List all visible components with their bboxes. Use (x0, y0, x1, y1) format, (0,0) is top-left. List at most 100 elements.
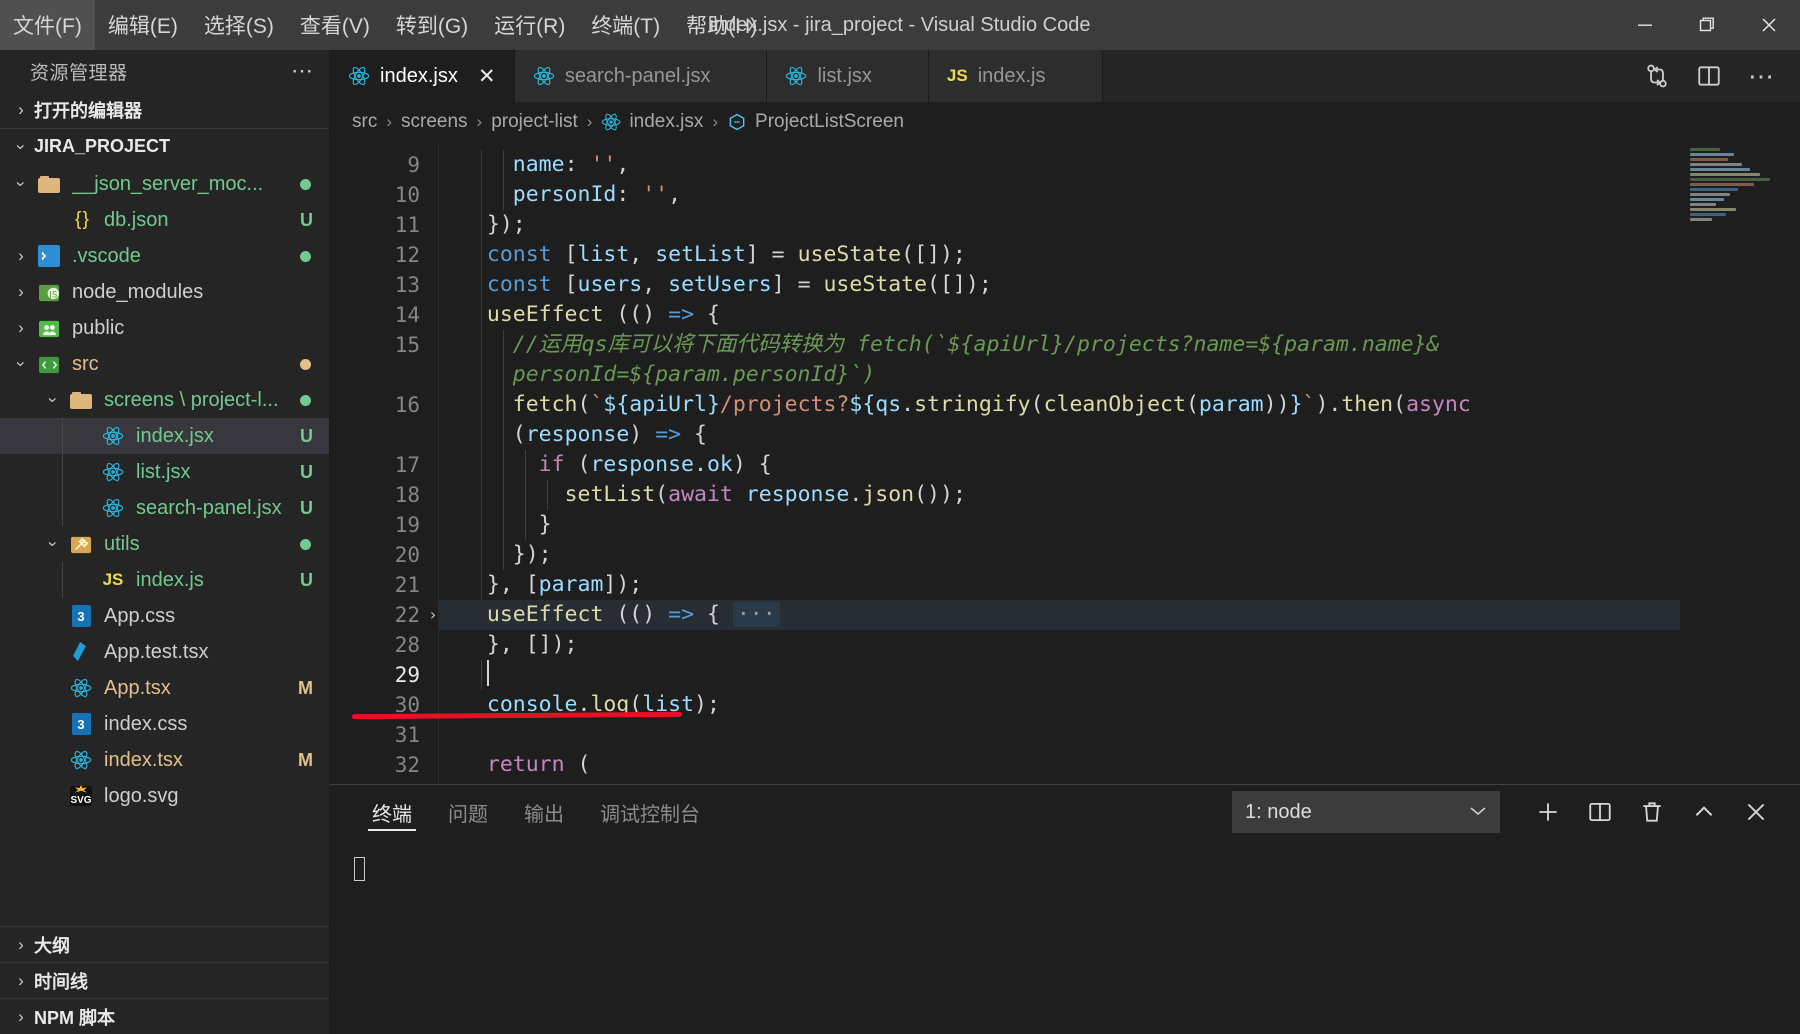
split-editor-icon[interactable] (1696, 63, 1722, 89)
close-tab-icon[interactable]: ✕ (476, 64, 498, 89)
file-tree[interactable]: › __json_server_moc... { } db.json U › .vscode… (0, 164, 329, 926)
menu-edit[interactable]: 编辑(E) (95, 0, 191, 50)
code-line-folded[interactable]: useEffect (() => { ··· (439, 600, 1800, 630)
tree-item[interactable]: › .vscode (0, 238, 329, 274)
breadcrumb-item-symbol[interactable]: ProjectListScreen (727, 111, 904, 133)
tree-item[interactable]: App.tsx M (0, 670, 329, 706)
breadcrumb-separator: › (386, 112, 392, 131)
editor-tab-index-js[interactable]: JSindex.js✕ (928, 50, 1103, 102)
tree-item-label: App.css (104, 604, 176, 627)
line-number[interactable]: 11 (330, 210, 438, 240)
tree-item[interactable]: › JS node_modules (0, 274, 329, 310)
tree-item[interactable]: search-panel.jsx U (0, 490, 329, 526)
chevron-down-icon[interactable]: › (43, 387, 63, 413)
tree-item[interactable]: index.jsx U (0, 418, 329, 454)
chevron-right-icon[interactable]: › (8, 318, 34, 338)
panel-tab-debug-console[interactable]: 调试控制台 (582, 785, 718, 839)
code-content[interactable]: name: '', personId: '', }); const [list,… (438, 142, 1800, 784)
tree-item[interactable]: SVG logo.svg (0, 778, 329, 814)
tree-item[interactable]: › public (0, 310, 329, 346)
line-number[interactable]: 10 (330, 180, 438, 210)
breadcrumb-item-index-jsx[interactable]: index.jsx (601, 111, 703, 133)
split-terminal-button[interactable] (1574, 789, 1626, 835)
explorer-more-icon[interactable]: ⋯ (291, 58, 315, 84)
close-panel-button[interactable] (1730, 789, 1782, 835)
line-number[interactable]: 20 (330, 540, 438, 570)
tree-item[interactable]: › screens \ project-l... (0, 382, 329, 418)
line-number[interactable]: 17 (330, 450, 438, 480)
more-actions-icon[interactable]: ⋯ (1748, 61, 1776, 92)
tree-item[interactable]: { } db.json U (0, 202, 329, 238)
line-number[interactable]: 14 (330, 300, 438, 330)
tree-item[interactable]: › utils (0, 526, 329, 562)
tree-item[interactable]: list.jsx U (0, 454, 329, 490)
tree-item-label: screens \ project-l... (104, 388, 279, 411)
panel-tab-problems[interactable]: 问题 (430, 785, 506, 839)
sidebar-section-timeline[interactable]: › 时间线 (0, 962, 329, 998)
line-number[interactable]: 16 (330, 390, 438, 450)
sidebar-section-npm-scripts[interactable]: › NPM 脚本 (0, 998, 329, 1034)
restore-button[interactable] (1676, 0, 1738, 50)
sidebar-section-outline[interactable]: › 大纲 (0, 926, 329, 962)
source-control-compare-icon[interactable] (1644, 63, 1670, 89)
line-number[interactable]: 9 (330, 150, 438, 180)
line-number[interactable]: 31 (330, 720, 438, 750)
chevron-down-icon[interactable]: › (11, 171, 31, 197)
tree-item[interactable]: › src (0, 346, 329, 382)
minimize-button[interactable] (1614, 0, 1676, 50)
tree-item[interactable]: 3 index.css (0, 706, 329, 742)
tree-item[interactable]: 3 App.css (0, 598, 329, 634)
chevron-right-icon[interactable]: › (8, 246, 34, 266)
tree-item-label: logo.svg (104, 784, 179, 807)
code-line-current[interactable] (461, 660, 1800, 690)
menu-file[interactable]: 文件(F) (0, 0, 95, 50)
sidebar-section-project[interactable]: › JIRA_PROJECT (0, 128, 329, 164)
menu-go[interactable]: 转到(G) (383, 0, 481, 50)
close-button[interactable] (1738, 0, 1800, 50)
editor-tab-list-jsx[interactable]: list.jsx✕ (767, 50, 929, 102)
editor-tab-index-jsx[interactable]: index.jsx ✕ (330, 50, 515, 102)
code-editor[interactable]: 9 10 11 12 13 14 15 16 17 18 19 20 21 22 › 28 29 30 31 32 n… (330, 142, 1800, 784)
menu-view[interactable]: 查看(V) (287, 0, 383, 50)
line-number[interactable]: 12 (330, 240, 438, 270)
timeline-label: 时间线 (34, 971, 88, 992)
line-number[interactable]: 21 (330, 570, 438, 600)
terminal-output[interactable] (330, 839, 1800, 1034)
sidebar-bottom-sections: › 大纲 › 时间线 › NPM 脚本 (0, 926, 329, 1034)
menu-help[interactable]: 帮助(H) (673, 0, 770, 50)
sidebar-section-open-editors[interactable]: › 打开的编辑器 (0, 92, 329, 128)
chevron-down-icon[interactable]: › (11, 351, 31, 377)
tree-item[interactable]: index.tsx M (0, 742, 329, 778)
new-terminal-button[interactable] (1522, 789, 1574, 835)
menu-run[interactable]: 运行(R) (481, 0, 578, 50)
line-number-gutter[interactable]: 9 10 11 12 13 14 15 16 17 18 19 20 21 22 › 28 29 30 31 32 (330, 142, 438, 784)
menu-selection[interactable]: 选择(S) (191, 0, 287, 50)
line-number[interactable]: 19 (330, 510, 438, 540)
tree-item[interactable]: App.test.tsx (0, 634, 329, 670)
kill-terminal-button[interactable] (1626, 789, 1678, 835)
menu-terminal[interactable]: 终端(T) (578, 0, 673, 50)
line-number[interactable]: 29 (330, 660, 438, 690)
panel-tab-terminal[interactable]: 终端 (354, 785, 430, 839)
chevron-right-icon[interactable]: › (8, 282, 34, 302)
breadcrumb-item-screens[interactable]: screens (401, 111, 468, 133)
tree-item[interactable]: › __json_server_moc... (0, 166, 329, 202)
line-number[interactable]: 28 (330, 630, 438, 660)
line-number[interactable]: 13 (330, 270, 438, 300)
breadcrumb-item-project-list[interactable]: project-list (491, 111, 578, 133)
breadcrumb-separator: › (586, 112, 593, 131)
tree-item[interactable]: JS index.js U (0, 562, 329, 598)
breadcrumb-item-src[interactable]: src (352, 111, 377, 133)
maximize-panel-button[interactable] (1678, 789, 1730, 835)
line-number[interactable]: 22 › (330, 600, 438, 630)
folded-region-indicator[interactable]: ··· (732, 602, 780, 627)
line-number[interactable]: 15 (330, 330, 438, 390)
terminal-selector[interactable]: 1: node (1232, 791, 1500, 833)
panel-tab-output[interactable]: 输出 (506, 785, 582, 839)
line-number[interactable]: 18 (330, 480, 438, 510)
editor-tab-search-panel-jsx[interactable]: search-panel.jsx✕ (514, 50, 768, 102)
git-status-dot (300, 538, 311, 550)
folder-tan-icon (34, 171, 64, 197)
chevron-down-icon[interactable]: › (43, 531, 63, 557)
line-number[interactable]: 32 (330, 750, 438, 780)
